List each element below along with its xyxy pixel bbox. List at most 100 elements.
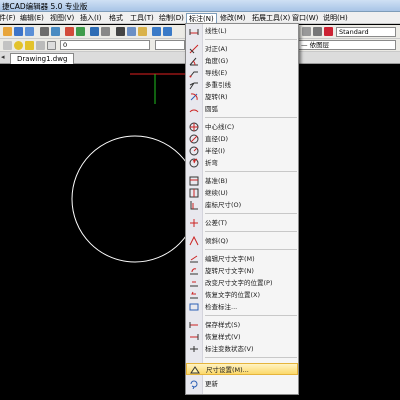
linetype-select[interactable]: — 依图层 — [298, 40, 396, 50]
menu-item-label: 基准(B) — [205, 177, 228, 185]
preview-icon[interactable] — [51, 27, 60, 36]
menu-item-label: 检查标注... — [205, 303, 238, 311]
menu-item-label: 编辑尺寸文字(M) — [205, 255, 255, 263]
rotate-dim-text-icon — [190, 268, 198, 275]
title-bar: 捷CAD编辑器 5.0 专业版 — [0, 0, 400, 12]
menu-item-edit-dim-text[interactable]: 编辑尺寸文字(M) — [186, 253, 298, 265]
cut-icon[interactable] — [116, 27, 125, 36]
tab-scroll-icon[interactable]: ◂ — [1, 53, 9, 63]
menu-help[interactable]: 说明(H) — [321, 13, 350, 23]
menu-item-label: 折弯 — [205, 159, 218, 167]
save-icon[interactable] — [25, 27, 34, 36]
menu-item-inspect-dim[interactable]: 检查标注... — [186, 301, 298, 313]
menu-item-jogged[interactable]: 折弯 — [186, 157, 298, 169]
menu-separator — [205, 249, 297, 250]
menu-window[interactable]: 窗口(W) — [290, 13, 320, 23]
menu-item-rotate-dim-text[interactable]: 旋转尺寸文字(N) — [186, 265, 298, 277]
menu-separator — [205, 117, 297, 118]
menu-tools[interactable]: 工具(T) — [128, 13, 156, 23]
menu-item-label: 多重引线 — [205, 81, 231, 89]
menu-item-continue[interactable]: 继续(U) — [186, 187, 298, 199]
menu-item-label: 线性(L) — [205, 27, 227, 35]
menu-item-restore-style[interactable]: 恢复样式(V) — [186, 331, 298, 343]
menu-item-label: 恢复样式(V) — [205, 333, 241, 341]
menu-item-label: 尺寸设置(M)... — [206, 366, 249, 374]
update-icon — [190, 380, 198, 389]
menu-item-dim-settings[interactable]: 尺寸设置(M)... — [186, 363, 298, 375]
menu-item-label: 保存样式(S) — [205, 321, 241, 329]
pdf-icon[interactable] — [65, 27, 74, 36]
menu-item-leader[interactable]: 导线(E) — [186, 67, 298, 79]
menu-item-aligned[interactable]: 对正(A) — [186, 43, 298, 55]
menu-separator — [205, 213, 297, 214]
menu-item-diameter[interactable]: 直径(D) — [186, 133, 298, 145]
menu-item-tolerance[interactable]: 公差(T) — [186, 217, 298, 229]
menu-separator — [205, 231, 297, 232]
copy-icon[interactable] — [127, 27, 136, 36]
color-select[interactable] — [155, 40, 185, 50]
menu-item-update[interactable]: 更新 — [186, 378, 298, 390]
text-style-icon[interactable] — [324, 27, 333, 36]
menu-item-arc[interactable]: 圆弧 — [186, 103, 298, 115]
dimension-menu: 线性(L) 对正(A) 角度(G) 导线(E) 多重引线 旋转(R) 圆弧 中心… — [185, 23, 299, 395]
menu-file[interactable]: 件(F) — [0, 13, 18, 23]
edit-dim-text-icon — [190, 255, 198, 263]
layer-freeze-icon[interactable] — [25, 41, 34, 50]
menu-item-centerline[interactable]: 中心线(C) — [186, 121, 298, 133]
menu-item-radius[interactable]: 半径(I) — [186, 145, 298, 157]
menu-item-ordinate[interactable]: 座标尺寸(O) — [186, 199, 298, 211]
layer-lock-icon[interactable] — [36, 41, 45, 50]
text-style-select[interactable]: Standard — [336, 27, 396, 37]
circle-entity[interactable] — [71, 135, 199, 263]
menu-item-baseline[interactable]: 基准(B) — [186, 175, 298, 187]
inspect-dim-icon — [189, 303, 199, 311]
print-icon[interactable] — [40, 27, 49, 36]
paste-icon[interactable] — [138, 27, 147, 36]
open-icon[interactable] — [14, 27, 23, 36]
menu-item-label: 标注变数状态(V) — [205, 345, 254, 353]
menu-item-label: 恢复文字的位置(X) — [205, 291, 261, 299]
undo-icon[interactable] — [152, 27, 161, 36]
menu-item-restore-text[interactable]: 恢复文字的位置(X) — [186, 289, 298, 301]
match-icon[interactable] — [101, 27, 110, 36]
menu-item-angular[interactable]: 角度(G) — [186, 55, 298, 67]
menu-item-oblique[interactable]: 倾斜(Q) — [186, 235, 298, 247]
arc-dim-icon — [189, 109, 199, 113]
layout-icon[interactable] — [313, 27, 322, 36]
layer-select[interactable]: 0 — [60, 40, 150, 50]
layer-color-icon[interactable] — [47, 41, 56, 50]
menu-item-linear[interactable]: 线性(L) — [186, 25, 298, 37]
menu-item-save-style[interactable]: 保存样式(S) — [186, 319, 298, 331]
ordinate-icon — [190, 201, 198, 210]
menu-dimension[interactable]: 标注(N) — [186, 13, 217, 23]
select-icon[interactable] — [90, 27, 99, 36]
menu-item-label: 直径(D) — [205, 135, 229, 143]
menu-item-rotated[interactable]: 旋转(R) — [186, 91, 298, 103]
menu-item-multileader[interactable]: 多重引线 — [186, 79, 298, 91]
menu-item-label: 旋转(R) — [205, 93, 228, 101]
menu-view[interactable]: 视图(V) — [48, 13, 76, 23]
menu-item-dim-status[interactable]: 标注变数状态(V) — [186, 343, 298, 355]
menu-item-label: 半径(I) — [205, 147, 225, 155]
menu-item-move-dim-text[interactable]: 改变尺寸文字的位置(P) — [186, 277, 298, 289]
tab-drawing1[interactable]: Drawing1.dwg — [10, 53, 75, 64]
menu-modify[interactable]: 修改(M) — [218, 13, 248, 23]
new-icon[interactable] — [3, 27, 12, 36]
menu-separator — [205, 357, 297, 358]
menu-draw[interactable]: 绘制(D) — [157, 13, 186, 23]
redo-icon[interactable] — [163, 27, 172, 36]
multileader-icon — [189, 82, 198, 90]
baseline-icon — [189, 176, 199, 186]
menu-item-label: 角度(G) — [205, 57, 229, 65]
aligned-dim-icon — [189, 44, 199, 54]
menu-edit[interactable]: 编辑(E) — [18, 13, 46, 23]
extra-icon[interactable] — [302, 27, 311, 36]
menu-extend-tools[interactable]: 拓展工具(X) — [250, 13, 292, 23]
layer-manager-icon[interactable] — [3, 41, 12, 50]
layer-on-icon[interactable] — [14, 41, 23, 50]
leader-icon — [189, 71, 198, 78]
menu-item-label: 公差(T) — [205, 219, 228, 227]
menu-insert[interactable]: 插入(I) — [78, 13, 104, 23]
menu-format[interactable]: 格式 — [107, 13, 125, 23]
plot-icon[interactable] — [76, 27, 85, 36]
